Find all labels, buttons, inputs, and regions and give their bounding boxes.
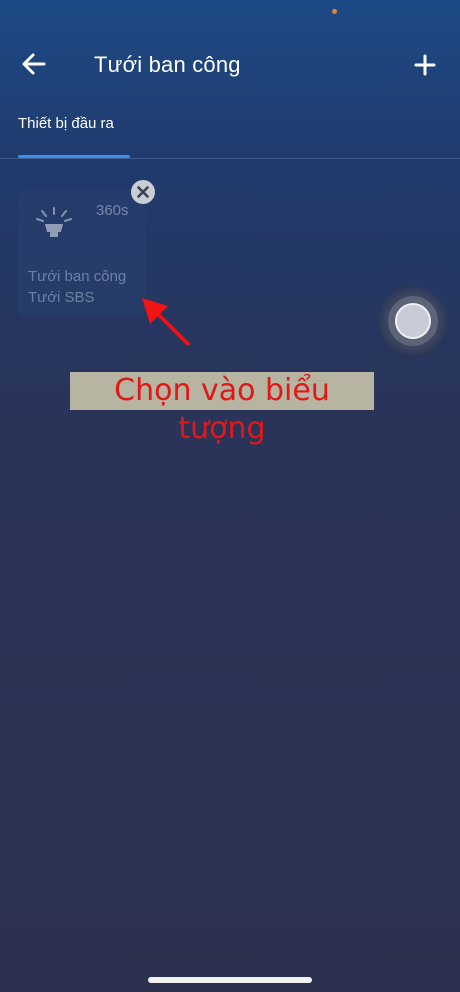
close-icon <box>137 186 149 198</box>
page-title: Tưới ban công <box>94 52 241 77</box>
remove-device-button[interactable] <box>131 180 155 204</box>
assistive-touch-button[interactable] <box>378 286 448 356</box>
device-name: Tưới ban công <box>28 268 127 285</box>
annotation-label: Chọn vào biểu tượng <box>70 372 374 446</box>
device-duration: 360s <box>96 202 129 219</box>
arrow-left-icon <box>22 53 46 75</box>
assistive-touch-ring <box>388 296 438 346</box>
status-bar-indicator <box>332 9 337 14</box>
active-tab-indicator <box>18 155 130 158</box>
plus-icon <box>414 54 436 76</box>
annotation-arrow <box>142 298 190 346</box>
home-indicator[interactable] <box>148 977 312 983</box>
app-header: Tưới ban công <box>0 40 460 90</box>
device-card[interactable]: 360s Tưới ban công Tưới SBS <box>18 190 146 316</box>
assistive-touch-knob <box>395 303 431 339</box>
tab-divider <box>0 158 460 159</box>
tab-output-devices[interactable]: Thiết bị đầu ra <box>18 115 114 132</box>
add-button[interactable] <box>410 50 440 80</box>
back-button[interactable] <box>18 50 50 78</box>
sprinkler-icon <box>36 207 72 237</box>
device-group: Tưới SBS <box>28 289 95 306</box>
tab-bar: Thiết bị đầu ra <box>0 112 460 160</box>
